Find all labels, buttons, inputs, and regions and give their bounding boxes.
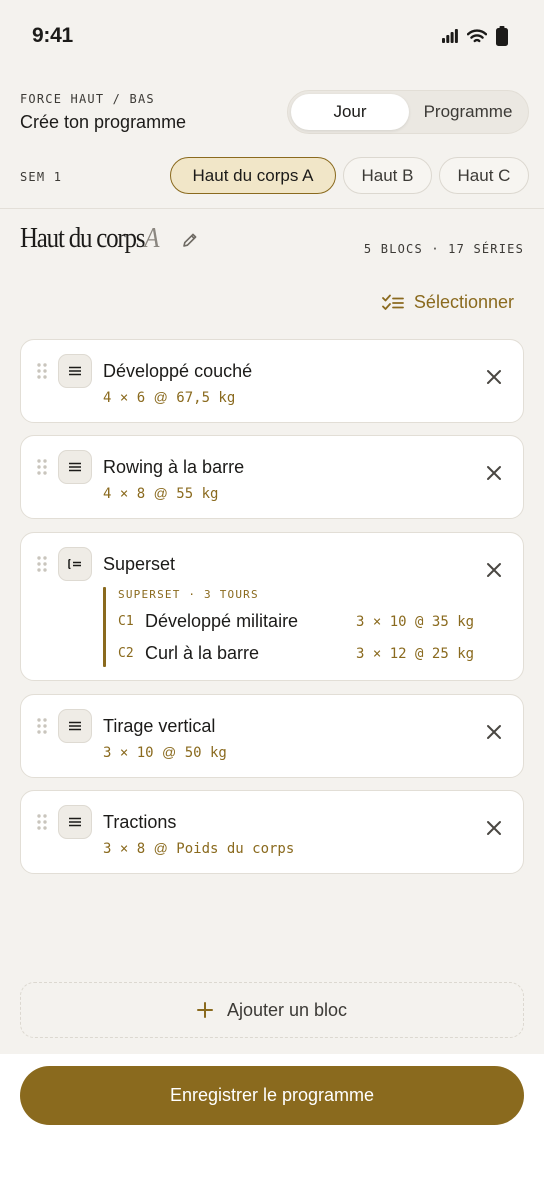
day-chip-haut-du-corps-a[interactable]: Haut du corps A: [170, 157, 336, 194]
exercise-card-tirage-vertical[interactable]: Tirage vertical 3 × 10 @ 50 kg: [20, 694, 524, 778]
superset-card[interactable]: Superset SUPERSET · 3 TOURS C1 Développé…: [20, 532, 524, 681]
exercise-name: Rowing à la barre: [103, 457, 245, 477]
segment-jour[interactable]: Jour: [291, 94, 409, 130]
close-icon[interactable]: [485, 723, 503, 741]
superset-item-detail: 3 × 12 @ 25 kg: [356, 646, 475, 662]
exercise-card-tractions[interactable]: Tractions 3 × 8 @ Poids du corps: [20, 790, 524, 874]
exercise-detail: 3 × 8 @ Poids du corps: [103, 840, 295, 857]
block-type-button[interactable]: [58, 450, 92, 484]
drag-handle-icon[interactable]: [36, 555, 48, 573]
close-icon[interactable]: [485, 819, 503, 837]
block-type-button[interactable]: [58, 709, 92, 743]
drag-handle-icon[interactable]: [36, 362, 48, 380]
superset-item-name: Curl à la barre: [145, 643, 260, 663]
exercise-name: Développé couché: [103, 361, 253, 381]
plus-icon: [196, 1002, 213, 1018]
exercise-detail: 3 × 10 @ 50 kg: [103, 744, 227, 761]
exercise-detail: 4 × 8 @ 55 kg: [103, 485, 219, 502]
battery-icon: [496, 26, 508, 46]
drag-handle-icon[interactable]: [36, 813, 48, 831]
exercise-card-developpe-couche[interactable]: Développé couché 4 × 6 @ 67,5 kg: [20, 339, 524, 423]
drag-handle-icon[interactable]: [36, 717, 48, 735]
exercise-card-rowing-a-la-barre[interactable]: Rowing à la barre 4 × 8 @ 55 kg: [20, 435, 524, 519]
block-type-button[interactable]: [58, 547, 92, 581]
superset-item-c1[interactable]: C1 Développé militaire 3 × 10 @ 35 kg: [118, 611, 478, 635]
superset-item-name: Développé militaire: [145, 611, 299, 631]
drag-handle-icon[interactable]: [36, 458, 48, 476]
status-bar: 9:41: [0, 0, 544, 72]
superset-icon: [68, 559, 81, 569]
add-block-label: Ajouter un bloc: [226, 999, 348, 1020]
close-icon[interactable]: [485, 368, 503, 386]
add-block-button[interactable]: Ajouter un bloc: [20, 982, 524, 1038]
block-type-button[interactable]: [58, 805, 92, 839]
wifi-icon: [467, 28, 487, 42]
status-time: 9:41: [32, 24, 73, 47]
list-icon: [69, 721, 81, 731]
exercise-name: Tractions: [103, 812, 177, 832]
day-title: Haut du corpsA: [20, 222, 160, 255]
week-label: SEM 1: [20, 170, 63, 184]
superset-name: Superset: [103, 554, 176, 574]
superset-item-c2[interactable]: C2 Curl à la barre 3 × 12 @ 25 kg: [118, 643, 478, 667]
day-chip-haut-b[interactable]: Haut B: [343, 157, 432, 194]
superset-item-code: C1: [118, 614, 134, 629]
close-icon[interactable]: [485, 464, 503, 482]
day-stats: 5 BLOCS · 17 SÉRIES: [363, 242, 524, 256]
header-divider: [0, 208, 544, 209]
superset-item-code: C2: [118, 646, 134, 661]
exercise-detail: 4 × 6 @ 67,5 kg: [103, 389, 236, 406]
day-title-main: Haut du corps: [20, 222, 145, 254]
day-chip-haut-c[interactable]: Haut C: [439, 157, 529, 194]
list-icon: [69, 817, 81, 827]
superset-meta: SUPERSET · 3 TOURS: [118, 588, 259, 601]
program-eyebrow: FORCE HAUT / BAS: [20, 92, 155, 106]
list-icon: [69, 462, 81, 472]
page-title: Crée ton programme: [20, 112, 187, 132]
pencil-icon[interactable]: [180, 230, 200, 250]
close-icon[interactable]: [485, 561, 503, 579]
checklist-icon: [382, 294, 404, 310]
save-program-button[interactable]: Enregistrer le programme: [20, 1066, 524, 1125]
superset-item-detail: 3 × 10 @ 35 kg: [356, 614, 475, 630]
signal-icon: [442, 29, 458, 43]
status-icons: [442, 26, 508, 46]
view-segmented-control: Jour Programme: [287, 90, 529, 134]
day-title-suffix: A: [144, 222, 159, 254]
select-button[interactable]: Sélectionner: [382, 292, 514, 313]
select-label: Sélectionner: [413, 292, 514, 312]
superset-bracket: [103, 587, 106, 667]
block-type-button[interactable]: [58, 354, 92, 388]
exercise-name: Tirage vertical: [103, 716, 216, 736]
segment-programme[interactable]: Programme: [409, 94, 527, 130]
list-icon: [69, 366, 81, 376]
